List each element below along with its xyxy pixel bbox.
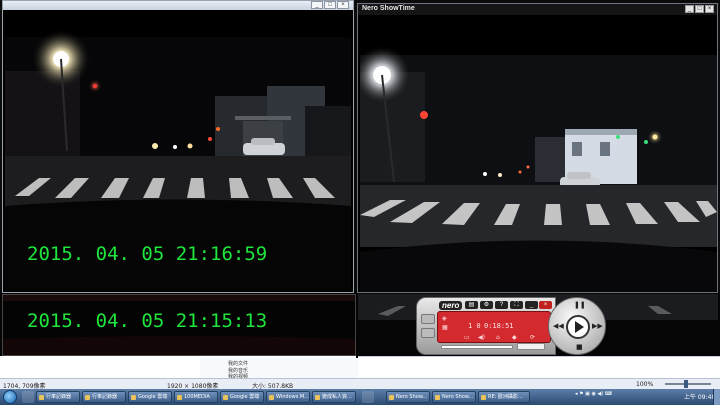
eject-button[interactable] bbox=[421, 314, 435, 324]
subtitle-icon: ▭ bbox=[464, 334, 470, 341]
taskbar-item[interactable]: 行車記錄器 bbox=[36, 391, 80, 403]
taskbar-item[interactable]: 行車記錄器 bbox=[82, 391, 126, 403]
playback-time: 0:18:51 bbox=[484, 322, 514, 330]
options-button[interactable]: ⚙ bbox=[480, 301, 493, 309]
show-desktop-button[interactable] bbox=[713, 389, 720, 405]
fast-forward-icon[interactable]: ▶▶ bbox=[592, 322, 603, 330]
zoom-slider-thumb[interactable] bbox=[684, 380, 688, 388]
transport-wheel[interactable]: ❚❚ ◀◀ ▶▶ ■ bbox=[548, 297, 606, 355]
close-icon[interactable]: × bbox=[337, 1, 349, 9]
nero-lcd-display: ◈ ▦ 1 0 0:18:51 ▭ ◀) ⌂ ◆ ⟳ bbox=[437, 311, 551, 343]
nav-item-1[interactable]: 我的文件 bbox=[228, 360, 248, 367]
minimize-icon[interactable]: _ bbox=[311, 1, 323, 9]
taskbar-item[interactable]: RE: 歐洲攝影... bbox=[478, 391, 530, 403]
minimize-player-button[interactable]: _ bbox=[525, 301, 538, 309]
maximize-icon[interactable]: □ bbox=[324, 1, 336, 9]
taskbar-item[interactable]: Nero Show... bbox=[432, 391, 476, 403]
right-video-frame bbox=[360, 17, 717, 292]
left-window-titlebar[interactable]: _ □ × bbox=[3, 1, 353, 10]
nero-playback-control[interactable]: nero ▤ ⚙ ? ⛶ _ × ◈ ▦ 1 0 0:18:51 ▭ ◀) ⌂ … bbox=[416, 297, 608, 355]
playlist-button[interactable] bbox=[421, 328, 435, 338]
track-index: 1 0 bbox=[468, 322, 481, 330]
help-button[interactable]: ? bbox=[495, 301, 508, 309]
clock[interactable]: 上午 09:48 bbox=[684, 392, 715, 401]
left-lower-video-strip: 2015. 04. 05 21:15:13 bbox=[2, 294, 356, 356]
close-player-button[interactable]: × bbox=[539, 301, 552, 309]
seek-slider[interactable] bbox=[441, 345, 513, 349]
taskbar-item[interactable]: Google 雲端 bbox=[220, 391, 264, 403]
rewind-icon[interactable]: ◀◀ bbox=[553, 322, 564, 330]
right-night-scene bbox=[360, 17, 717, 292]
explorer-pane-right bbox=[358, 356, 720, 378]
fullscreen-button[interactable]: ⛶ bbox=[510, 301, 523, 309]
layers-icon: ▦ bbox=[442, 324, 448, 331]
nero-titlebar[interactable]: Nero ShowTime _ □ × bbox=[358, 4, 717, 15]
play-button[interactable] bbox=[566, 315, 590, 339]
lower-timestamp-text: 2015. 04. 05 21:15:13 bbox=[27, 310, 267, 332]
repeat-icon: ⟳ bbox=[530, 334, 536, 341]
taskbar-item[interactable]: Windows M... bbox=[266, 391, 310, 403]
audio-icon: ◀) bbox=[478, 334, 485, 341]
pause-icon[interactable]: ❚❚ bbox=[574, 301, 586, 309]
system-tray[interactable]: ◂ ⚑ ▣ ◉ ◀) ⌨ bbox=[575, 391, 612, 397]
close-icon[interactable]: × bbox=[705, 5, 714, 13]
image-viewer-status-bar: 1704, 709像素 1920 × 1080像素 大小: 507.8KB 10… bbox=[0, 378, 720, 390]
disc-icon: ◈ bbox=[442, 315, 447, 322]
menu-button[interactable]: ▤ bbox=[465, 301, 478, 309]
chapter-icon: ◆ bbox=[512, 334, 517, 341]
nero-logo: nero bbox=[439, 301, 463, 310]
explorer-pin-icon[interactable] bbox=[22, 391, 34, 403]
stop-icon[interactable]: ■ bbox=[576, 343, 583, 351]
left-window-controls: _ □ × bbox=[311, 1, 349, 9]
nero-showtime-window[interactable]: Nero ShowTime _ □ × bbox=[357, 3, 718, 293]
lower-night-scene: 2015. 04. 05 21:15:13 bbox=[3, 295, 355, 355]
left-video-frame: 2015. 04. 05 21:16:59 bbox=[5, 11, 351, 291]
nero-control-body: nero ▤ ⚙ ? ⛶ _ × ◈ ▦ 1 0 0:18:51 ▭ ◀) ⌂ … bbox=[416, 297, 556, 355]
window-title: Nero ShowTime bbox=[362, 5, 415, 12]
taskbar-item[interactable]: Nero Show... bbox=[386, 391, 430, 403]
taskbar-item[interactable]: 變成私人資... bbox=[312, 391, 356, 403]
minimize-icon[interactable]: _ bbox=[685, 5, 694, 13]
left-night-scene: 2015. 04. 05 21:16:59 bbox=[5, 11, 351, 291]
taskbar-item[interactable]: 100MEDIA bbox=[174, 391, 218, 403]
volume-control[interactable] bbox=[517, 343, 545, 350]
start-button[interactable] bbox=[3, 390, 17, 404]
explorer-nav-pane[interactable]: 我的文件 我的音乐 我的视频 bbox=[200, 358, 360, 380]
left-timestamp-text: 2015. 04. 05 21:16:59 bbox=[27, 243, 267, 265]
left-video-window[interactable]: _ □ × 2015. 04. 05 21:16:59 bbox=[2, 0, 354, 293]
windows-taskbar: 行車記錄器 行車記錄器 Google 雲端 100MEDIA Google 雲端 Wind… bbox=[0, 389, 720, 405]
zoom-slider-track[interactable] bbox=[665, 383, 711, 385]
maximize-icon[interactable]: □ bbox=[695, 5, 704, 13]
nero-window-controls: _ □ × bbox=[685, 5, 714, 13]
taskbar-item[interactable]: Google 雲端 bbox=[128, 391, 172, 403]
zoom-level: 100% bbox=[636, 381, 654, 388]
angle-icon: ⌂ bbox=[496, 334, 500, 341]
app-pin-icon[interactable] bbox=[362, 391, 374, 403]
